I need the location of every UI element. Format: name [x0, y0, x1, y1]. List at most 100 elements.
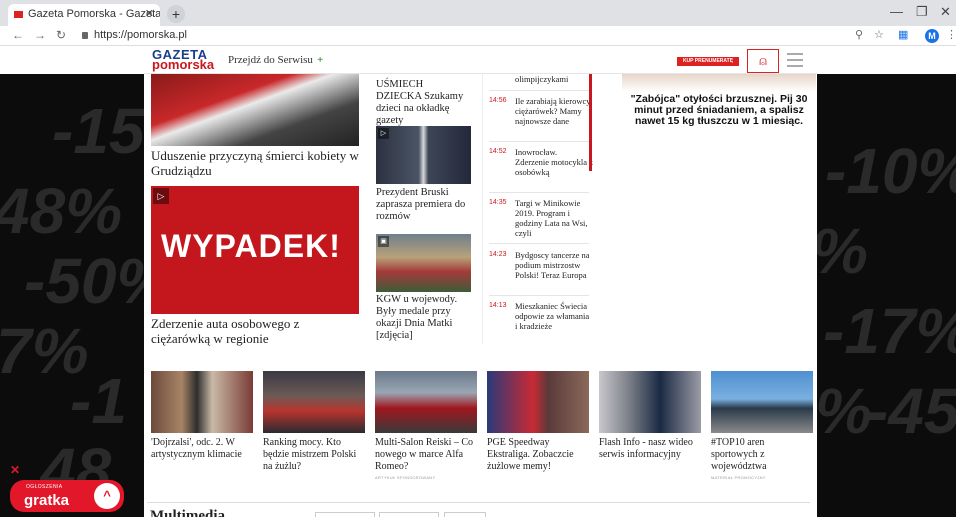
goto-service-label: Przejdź do Serwisu	[228, 54, 313, 66]
close-tab-icon[interactable]: ✕	[145, 7, 154, 20]
feed-item-text: Targi w Minikowie 2019. Program i godzin…	[515, 198, 588, 238]
new-tab-button[interactable]: +	[167, 5, 185, 23]
article-title[interactable]: Prezydent Bruski zaprasza premiera do ro…	[376, 187, 471, 223]
feed-time: 14:23	[489, 251, 507, 258]
tile-caption: Flash Info - nasz wideo serwis informacy…	[599, 437, 693, 460]
zoom-icon[interactable]: ⚲	[855, 28, 863, 41]
article-photo[interactable]	[151, 74, 359, 146]
feed-scrollbar[interactable]	[589, 74, 592, 171]
promo-text: 48%	[0, 175, 123, 247]
promo-label: OGŁOSZENIA	[26, 484, 63, 490]
tile-photo	[487, 371, 589, 433]
bookmark-star-icon[interactable]: ☆	[874, 28, 884, 41]
section-divider	[147, 502, 810, 503]
article-photo[interactable]: WYPADEK!	[151, 186, 359, 314]
promo-text: -10%	[825, 135, 956, 207]
hamburger-menu-icon[interactable]	[787, 53, 803, 71]
video-play-icon: ▷	[153, 188, 169, 204]
site-header: GAZETA pomorska Przejdź do Serwisu + KUP …	[144, 46, 817, 74]
subscribe-button[interactable]: KUP PRENUMERATĘ	[677, 57, 739, 66]
tile-caption: 'Dojrzalsi', odc. 2. W artystycznym klim…	[151, 437, 242, 460]
promo-brand: gratka	[24, 492, 70, 509]
feed-time: 14:52	[489, 148, 507, 155]
video-play-icon: ▷	[378, 128, 389, 139]
tile-caption: PGE Speedway Ekstraliga. Zobaczcie żużlo…	[487, 437, 574, 472]
gallery-icon: ▣	[378, 236, 389, 247]
feed-item-text: Mieszkaniec Świecia odpowie za włamania …	[515, 301, 590, 331]
article-title[interactable]: Uduszenie przyczyną śmierci kobiety w Gr…	[151, 148, 361, 178]
article-photo[interactable]	[376, 234, 471, 292]
minimize-icon[interactable]: —	[890, 4, 903, 19]
tile-photo	[711, 371, 813, 433]
tile-caption: #TOP10 aren sportowych z województwa	[711, 437, 767, 472]
feed-time: 14:35	[489, 199, 507, 206]
video-tile[interactable]: 'Dojrzalsi', odc. 2. W artystycznym klim…	[151, 371, 253, 461]
feed-item-text: Inowrocław. Zderzenie motocykla z osobów…	[515, 147, 593, 177]
advertisement[interactable]: "Zabójca" otyłości brzusznej. Pij 30 min…	[622, 74, 816, 144]
profile-avatar[interactable]: M	[925, 29, 939, 43]
multimedia-tab[interactable]	[444, 512, 486, 517]
favicon-icon	[14, 11, 23, 18]
feed-time: 14:13	[489, 302, 507, 309]
tile-caption: Multi-Salon Reiski – Co nowego w marce A…	[375, 437, 474, 472]
tile-photo	[375, 371, 477, 433]
video-tile[interactable]: PGE Speedway Ekstraliga. Zobaczcie żużlo…	[487, 371, 589, 473]
feed-item-text: Ile zarabiają kierowcy ciężarówek? Mamy …	[515, 96, 591, 126]
extension-icon[interactable]: ▦	[898, 28, 908, 41]
url-field[interactable]: https://pomorska.pl	[82, 29, 187, 41]
video-tile[interactable]: Ranking mocy. Kto będzie mistrzem Polski…	[263, 371, 365, 473]
address-bar: ← → ↻ https://pomorska.pl ⚲ ☆ ▦ M ⋮	[0, 26, 956, 46]
promo-text: %	[817, 375, 872, 447]
feed-item-text: olimpijczykami	[515, 74, 569, 84]
user-icon[interactable]: ⍝	[747, 49, 779, 73]
lock-icon	[82, 32, 88, 39]
background-promo-left: -15 48% -50% 7% -1 48	[0, 74, 144, 517]
sponsor-label: MATERIAŁ PROMOCYJNY	[711, 475, 766, 480]
multimedia-tab[interactable]	[315, 512, 375, 517]
close-window-icon[interactable]: ✕	[940, 4, 951, 20]
article-title[interactable]: KGW u wojewody. Były medale przy okazji …	[376, 294, 471, 342]
sponsor-label: ARTYKUŁ SPONSOROWANY	[375, 475, 436, 480]
promo-text: -15	[52, 95, 144, 167]
forward-icon[interactable]: →	[34, 28, 46, 42]
tab-title: Gazeta Pomorska - Gazeta Pomo	[28, 8, 160, 20]
url-text: https://pomorska.pl	[94, 29, 187, 41]
ad-image	[622, 74, 816, 92]
tile-photo	[599, 371, 701, 433]
news-feed: olimpijczykami 14:56 Ile zarabiają kierow…	[482, 74, 593, 344]
article-title[interactable]: Zderzenie auta osobowego z ciężarówką w …	[151, 316, 361, 346]
logo-bottom[interactable]: pomorska	[152, 58, 214, 71]
tile-photo	[263, 371, 365, 433]
reload-icon[interactable]: ↻	[56, 28, 66, 42]
promo-text: -1	[70, 365, 127, 437]
goto-service-link[interactable]: Przejdź do Serwisu +	[228, 54, 323, 66]
multimedia-tab[interactable]	[379, 512, 439, 517]
plus-icon: +	[316, 54, 324, 66]
background-promo-right: -10% % -17% % -45	[817, 74, 956, 517]
browser-tab[interactable]: Gazeta Pomorska - Gazeta Pomo ✕	[8, 4, 160, 26]
promo-text: -17%	[823, 295, 956, 367]
video-tile[interactable]: Multi-Salon Reiski – Co nowego w marce A…	[375, 371, 477, 480]
tile-caption: Ranking mocy. Kto będzie mistrzem Polski…	[263, 437, 357, 472]
browser-tab-strip: Gazeta Pomorska - Gazeta Pomo ✕ + — ❐ ✕	[0, 0, 956, 26]
close-promo-icon[interactable]: ✕	[10, 463, 20, 477]
promo-text: %	[817, 214, 868, 288]
chevron-up-icon[interactable]: ^	[94, 483, 120, 509]
article-title[interactable]: UŚMIECH DZIECKA Szukamy dzieci na okładk…	[376, 79, 471, 127]
feed-item-text: Bydgoscy tancerze na podium mistrzostw P…	[515, 250, 590, 280]
menu-dots-icon[interactable]: ⋮	[946, 28, 956, 41]
feed-time: 14:56	[489, 97, 507, 104]
photo-overlay-text: WYPADEK!	[161, 228, 341, 264]
main-content: Uduszenie przyczyną śmierci kobiety w Gr…	[144, 74, 817, 517]
gratka-promo-widget[interactable]: OGŁOSZENIA gratka ^	[10, 480, 124, 512]
video-tile[interactable]: Flash Info - nasz wideo serwis informacy…	[599, 371, 701, 461]
video-tile[interactable]: #TOP10 aren sportowych z województwa MAT…	[711, 371, 813, 480]
promo-text: -45	[867, 375, 956, 447]
article-photo[interactable]	[376, 126, 471, 184]
promo-text: -50%	[24, 245, 144, 317]
ad-text: "Zabójca" otyłości brzusznej. Pij 30 min…	[630, 93, 808, 127]
multimedia-heading: Multimedia	[150, 508, 225, 517]
back-icon[interactable]: ←	[12, 28, 24, 42]
maximize-icon[interactable]: ❐	[916, 4, 928, 20]
tile-photo	[151, 371, 253, 433]
